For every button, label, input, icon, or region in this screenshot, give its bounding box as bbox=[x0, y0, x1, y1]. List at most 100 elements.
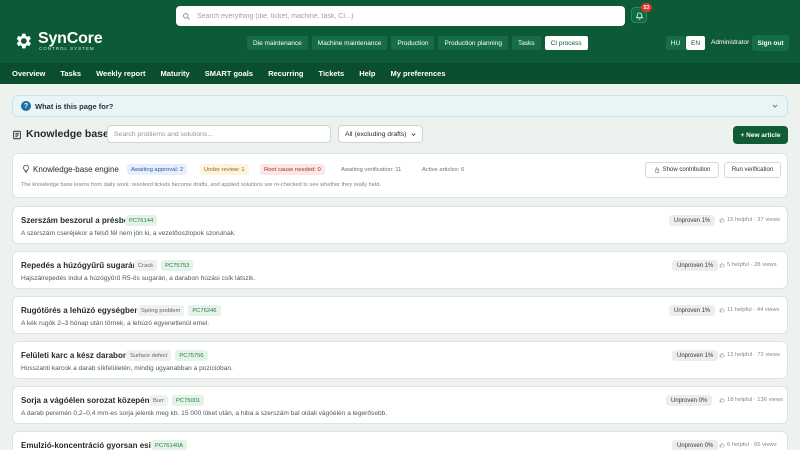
search-icon bbox=[183, 12, 190, 20]
language-en-button[interactable]: EN bbox=[686, 36, 705, 50]
language-switcher: HU EN bbox=[666, 36, 705, 50]
article-status-badge: Unproven 0% bbox=[666, 395, 713, 406]
article-stats: 13 helpful · 72 views bbox=[719, 352, 780, 358]
article-tags: Crack PC75753 bbox=[134, 260, 194, 271]
logo[interactable]: SynCore CONTROL SYSTEM bbox=[13, 30, 103, 52]
article-summary: A darab peremén 0,2–0,4 mm-es sorja jele… bbox=[21, 410, 388, 417]
run-verification-button[interactable]: Run verification bbox=[724, 162, 781, 178]
article-views-count: 28 views bbox=[754, 262, 777, 268]
main-nav-production[interactable]: Production bbox=[391, 36, 435, 50]
subnav-maturity[interactable]: Maturity bbox=[161, 69, 190, 78]
new-article-button[interactable]: + New article bbox=[733, 126, 788, 144]
chevron-down-icon bbox=[411, 133, 416, 136]
article-card[interactable]: Repedés a húzógyűrű sugarán Crack PC7575… bbox=[12, 251, 788, 289]
subnav-tickets[interactable]: Tickets bbox=[319, 69, 345, 78]
kb-engine-card: Knowledge-base engine Awaiting approval:… bbox=[12, 153, 788, 198]
sub-nav: Overview Tasks Weekly report Maturity SM… bbox=[0, 63, 800, 84]
main-nav-ci-process[interactable]: CI process bbox=[544, 36, 588, 50]
subnav-my-preferences[interactable]: My preferences bbox=[390, 69, 445, 78]
current-user: Administrator bbox=[711, 39, 750, 46]
article-stats: 18 helpful · 136 views bbox=[719, 397, 783, 403]
article-title[interactable]: Rugótörés a lehúzó egységben bbox=[21, 306, 139, 315]
under-review-badge[interactable]: Under review: 1 bbox=[200, 164, 249, 175]
page-purpose-accordion[interactable]: ? What is this page for? bbox=[12, 95, 788, 117]
article-status-badge: Unproven 1% bbox=[669, 215, 716, 226]
question-icon: ? bbox=[21, 101, 31, 111]
root-cause-needed-badge[interactable]: Root cause needed: 0 bbox=[260, 164, 325, 175]
article-title[interactable]: Felületi karc a kész darabon bbox=[21, 351, 128, 360]
article-tags: Surface defect PC75756 bbox=[126, 350, 208, 361]
article-helpful-count: 15 helpful bbox=[727, 217, 753, 223]
article-tags: PC76144 bbox=[125, 215, 158, 226]
thumbs-up-icon bbox=[719, 397, 725, 403]
global-search-input[interactable] bbox=[197, 12, 597, 20]
subnav-recurring[interactable]: Recurring bbox=[268, 69, 303, 78]
article-helpful-count: 18 helpful bbox=[727, 397, 753, 403]
lock-icon bbox=[654, 167, 659, 173]
article-tags: Spring problem PC76246 bbox=[137, 305, 221, 316]
main-nav-tasks[interactable]: Tasks bbox=[511, 36, 541, 50]
awaiting-verification-count: Awaiting verification: 11 bbox=[341, 166, 402, 173]
thumbs-up-icon bbox=[719, 352, 725, 358]
lightbulb-icon bbox=[23, 164, 29, 174]
article-code-badge: PC76144 bbox=[125, 215, 158, 226]
article-summary: A szerszám cseréjekor a felső fél nem jö… bbox=[21, 230, 236, 237]
thumbs-up-icon bbox=[719, 442, 725, 448]
article-card[interactable]: Rugótörés a lehúzó egységben Spring prob… bbox=[12, 296, 788, 334]
kb-search-input[interactable] bbox=[107, 125, 331, 143]
article-views-count: 65 views bbox=[754, 442, 777, 448]
article-title[interactable]: Sorja a vágóélen sorozat közepén bbox=[21, 396, 149, 405]
article-helpful-count: 6 helpful bbox=[727, 442, 749, 448]
article-views-count: 72 views bbox=[757, 352, 780, 358]
bell-icon bbox=[635, 11, 643, 20]
notification-count-badge: 53 bbox=[641, 3, 652, 12]
article-status-badge: Unproven 1% bbox=[672, 350, 719, 361]
article-stats: 6 helpful · 65 views bbox=[719, 442, 777, 448]
main-nav-production-planning[interactable]: Production planning bbox=[438, 36, 508, 50]
language-hu-button[interactable]: HU bbox=[666, 36, 685, 50]
subnav-tasks[interactable]: Tasks bbox=[60, 69, 81, 78]
subnav-smart-goals[interactable]: SMART goals bbox=[205, 69, 253, 78]
article-card[interactable]: Felületi karc a kész darabon Surface def… bbox=[12, 341, 788, 379]
article-helpful-count: 11 helpful bbox=[727, 307, 752, 313]
article-status-badge: Unproven 1% bbox=[672, 260, 719, 271]
main-nav: Die maintenance Machine maintenance Prod… bbox=[247, 36, 588, 50]
book-icon bbox=[13, 130, 21, 140]
article-stats: 5 helpful · 28 views bbox=[719, 262, 777, 268]
article-status-badge: Unproven 1% bbox=[669, 305, 716, 316]
article-views-count: 37 views bbox=[757, 217, 780, 223]
article-helpful-count: 5 helpful bbox=[727, 262, 749, 268]
article-title[interactable]: Repedés a húzógyűrű sugarán bbox=[21, 261, 137, 270]
article-category-badge: Spring problem bbox=[137, 305, 185, 316]
kb-filter-select[interactable]: All (excluding drafts) bbox=[338, 125, 423, 143]
article-code-badge: PC76246 bbox=[188, 305, 221, 316]
chevron-down-icon bbox=[772, 104, 778, 108]
thumbs-up-icon bbox=[719, 217, 725, 223]
article-summary: Hajszálrepedés indul a húzógyűrű R5-ös s… bbox=[21, 275, 256, 282]
article-status-badge: Unproven 0% bbox=[672, 440, 719, 450]
subnav-overview[interactable]: Overview bbox=[12, 69, 45, 78]
article-views-count: 44 views bbox=[756, 307, 780, 313]
subnav-help[interactable]: Help bbox=[359, 69, 375, 78]
kb-engine-title: Knowledge-base engine bbox=[33, 165, 119, 174]
sign-out-button[interactable]: Sign out bbox=[752, 35, 789, 51]
logo-subtitle: CONTROL SYSTEM bbox=[39, 45, 95, 51]
article-card[interactable]: Emulzió-koncentráció gyorsan esik PC7614… bbox=[12, 431, 788, 450]
global-search[interactable] bbox=[176, 6, 625, 26]
active-articles-count: Active articles: 6 bbox=[422, 166, 465, 173]
article-category-badge: Burr bbox=[149, 395, 168, 406]
main-nav-die-maintenance[interactable]: Die maintenance bbox=[247, 36, 308, 50]
article-card[interactable]: Sorja a vágóélen sorozat közepén Burr PC… bbox=[12, 386, 788, 424]
article-title[interactable]: Szerszám beszorul a présbe bbox=[21, 216, 128, 225]
article-stats: 15 helpful · 37 views bbox=[719, 217, 780, 223]
article-stats: 11 helpful · 44 views bbox=[719, 307, 779, 313]
show-contribution-button[interactable]: Show contribution bbox=[645, 162, 719, 178]
main-nav-machine-maintenance[interactable]: Machine maintenance bbox=[311, 36, 388, 50]
article-title[interactable]: Emulzió-koncentráció gyorsan esik bbox=[21, 441, 155, 450]
awaiting-approval-badge[interactable]: Awaiting approval: 2 bbox=[127, 164, 188, 175]
article-code-badge: PC76140A bbox=[151, 440, 188, 450]
article-summary: Hosszanti karcok a darab síkfelületén, m… bbox=[21, 365, 233, 372]
article-card[interactable]: Szerszám beszorul a présbe PC76144 A sze… bbox=[12, 206, 788, 244]
article-code-badge: PC75756 bbox=[175, 350, 208, 361]
subnav-weekly-report[interactable]: Weekly report bbox=[96, 69, 145, 78]
